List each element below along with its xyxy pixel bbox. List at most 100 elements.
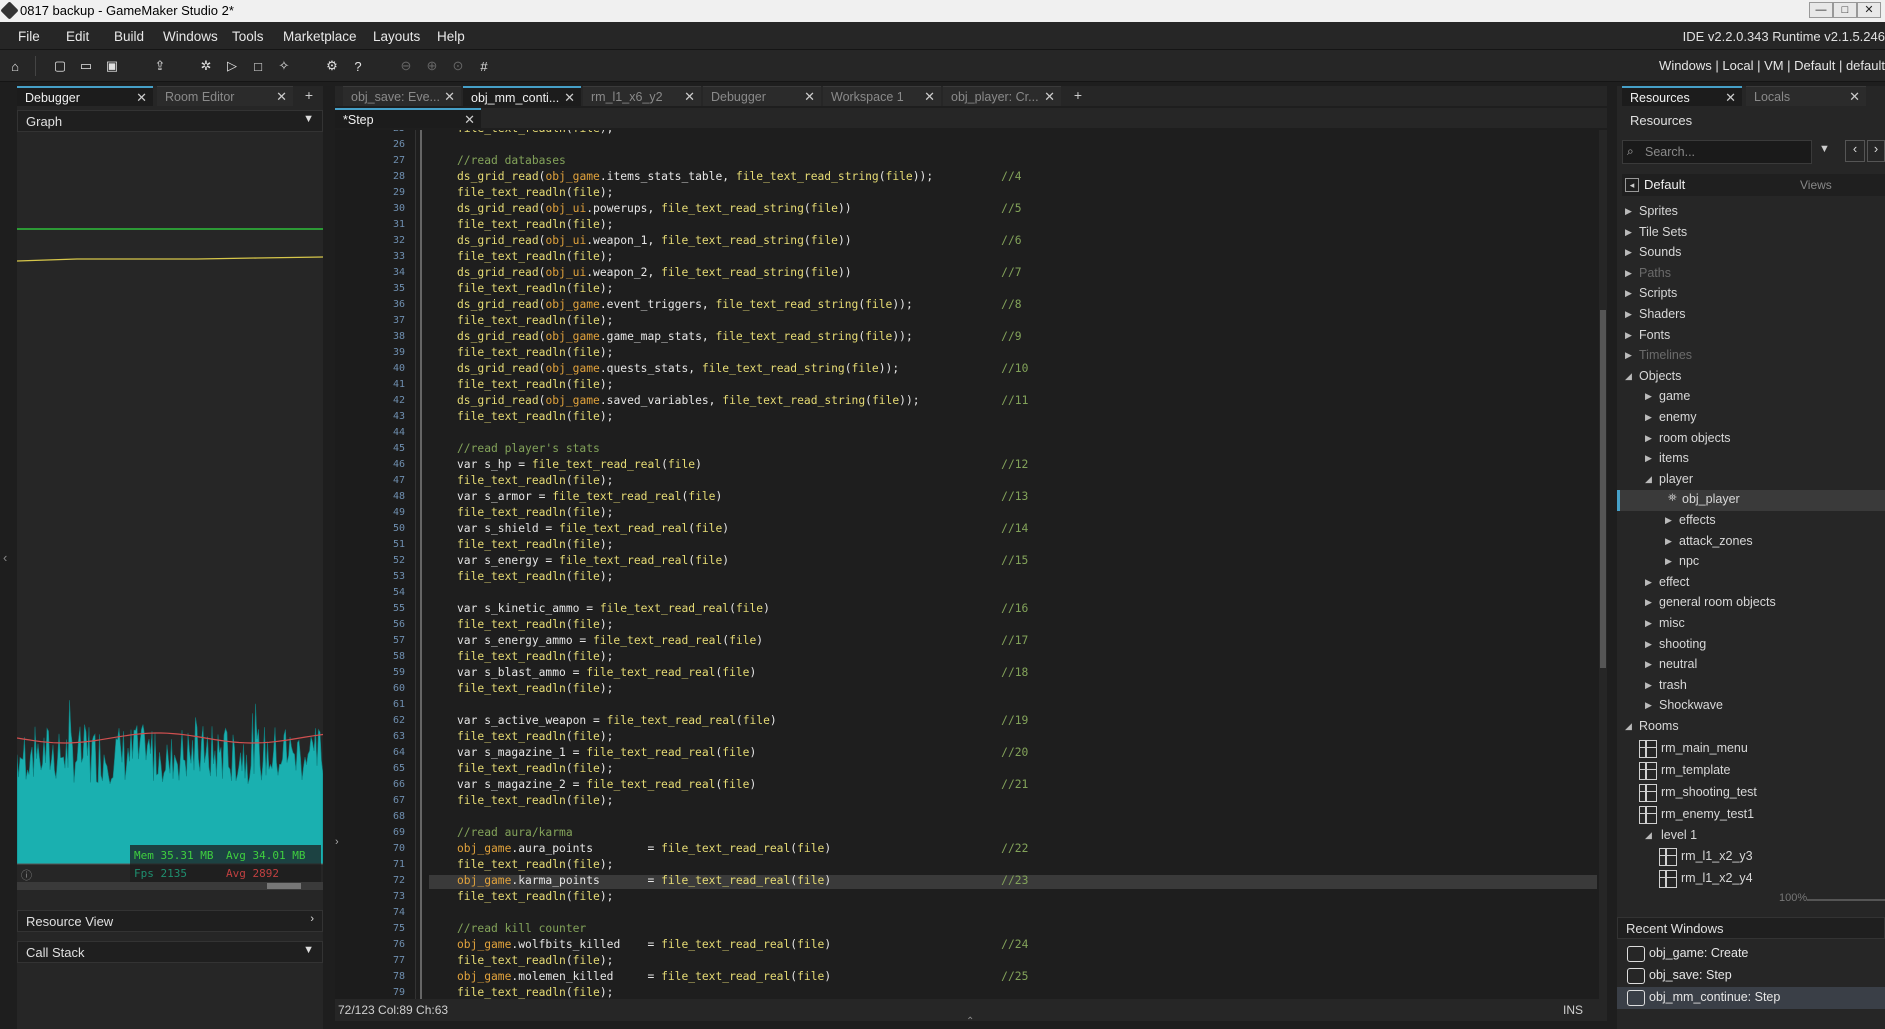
clean-icon[interactable]: ✧ xyxy=(274,56,294,76)
collapsed-arrow-icon[interactable]: ▶ xyxy=(1625,247,1632,258)
chevron-down-icon[interactable]: ▼ xyxy=(1819,143,1830,155)
tree-item[interactable]: ▶ Timelines xyxy=(1617,346,1885,367)
code-line[interactable]: file_text_readln(file); xyxy=(457,506,613,519)
tree-item[interactable]: ▶ Paths xyxy=(1617,264,1885,285)
tree-item[interactable]: ▶ misc xyxy=(1617,614,1885,635)
tree-item[interactable]: ⛯ obj_player xyxy=(1617,490,1885,511)
open-project-icon[interactable]: ▭ xyxy=(76,56,96,76)
code-line[interactable]: file_text_readln(file); xyxy=(457,314,613,327)
call-stack-dropdown[interactable]: Call Stack ▼ xyxy=(17,941,323,963)
tree-item[interactable]: ◢ Rooms xyxy=(1617,717,1885,738)
views-button[interactable]: Views xyxy=(1800,178,1832,192)
tree-item[interactable]: ◢ level 1 xyxy=(1617,826,1885,846)
menu-file[interactable]: File xyxy=(18,29,40,44)
code-line[interactable]: file_text_readln(file); xyxy=(457,730,613,743)
zoom-slider[interactable] xyxy=(1807,899,1885,901)
editor-tab[interactable]: obj_mm_conti... ✕ xyxy=(463,86,581,106)
editor-tab[interactable]: obj_save: Eve... ✕ xyxy=(343,86,461,106)
tree-item[interactable]: ▶ attack_zones xyxy=(1617,532,1885,553)
grid-icon[interactable]: # xyxy=(474,56,494,76)
code-line[interactable]: file_text_readln(file); xyxy=(457,762,613,775)
home-icon[interactable]: ⌂ xyxy=(5,56,25,76)
collapsed-arrow-icon[interactable]: ▶ xyxy=(1645,453,1652,464)
code-line[interactable]: file_text_readln(file); xyxy=(457,474,613,487)
code-line[interactable]: var s_magazine_2 = file_text_read_real(f… xyxy=(457,778,1028,791)
close-window-button[interactable]: ✕ xyxy=(1857,2,1881,18)
target-config[interactable]: Windows | Local | VM | Default | default xyxy=(1659,58,1885,73)
code-line[interactable]: file_text_readln(file); xyxy=(457,186,613,199)
new-project-icon[interactable]: ▢ xyxy=(50,56,70,76)
collapsed-arrow-icon[interactable]: ▶ xyxy=(1645,577,1652,588)
help-icon[interactable]: ⓘ xyxy=(21,867,32,883)
tree-item[interactable]: ▶ Shockwave xyxy=(1617,696,1885,717)
collapsed-arrow-icon[interactable]: ▶ xyxy=(1625,288,1632,299)
recent-window-item[interactable]: obj_save: Step xyxy=(1617,965,1885,987)
tree-item[interactable]: ▶ Fonts xyxy=(1617,326,1885,347)
code-line[interactable]: ds_grid_read(obj_ui.weapon_2, file_text_… xyxy=(457,266,1022,279)
tree-item[interactable]: ▶ items xyxy=(1617,449,1885,470)
tree-item[interactable]: ▶ effects xyxy=(1617,511,1885,532)
editor-tab[interactable]: Workspace 1 ✕ xyxy=(823,86,941,106)
menu-windows[interactable]: Windows xyxy=(163,29,218,44)
close-icon[interactable]: ✕ xyxy=(1044,89,1055,105)
code-line[interactable]: obj_game.molemen_killed = file_text_read… xyxy=(457,970,1028,983)
code-line[interactable]: var s_shield = file_text_read_real(file)… xyxy=(457,522,1028,535)
code-line[interactable]: file_text_readln(file); xyxy=(457,250,613,263)
recent-window-item[interactable]: obj_mm_continue: Step xyxy=(1617,987,1885,1009)
code-line[interactable]: ds_grid_read(obj_game.quests_stats, file… xyxy=(457,362,1028,375)
room-item[interactable]: rm_l1_x2_y4 xyxy=(1617,868,1885,890)
code-line[interactable]: file_text_readln(file); xyxy=(457,410,613,423)
run-icon[interactable]: ▷ xyxy=(222,56,242,76)
room-item[interactable]: rm_shooting_test xyxy=(1617,782,1885,804)
debug-icon[interactable]: ✲ xyxy=(196,56,216,76)
tab-debugger[interactable]: Debugger ✕ xyxy=(17,86,153,106)
collapsed-arrow-icon[interactable]: ▶ xyxy=(1645,618,1652,629)
collapsed-arrow-icon[interactable]: ▶ xyxy=(1625,227,1632,238)
tree-item[interactable]: ▶ enemy xyxy=(1617,408,1885,429)
code-line[interactable]: obj_game.karma_points = file_text_read_r… xyxy=(457,874,1028,887)
editor-tab[interactable]: Debugger ✕ xyxy=(703,86,821,106)
tab-step-event[interactable]: *Step ✕ xyxy=(335,108,481,128)
close-icon[interactable]: ✕ xyxy=(136,90,147,106)
code-line[interactable]: file_text_readln(file); xyxy=(457,650,613,663)
tab-resources[interactable]: Resources ✕ xyxy=(1622,86,1742,106)
code-line[interactable]: var s_armor = file_text_read_real(file) … xyxy=(457,490,1028,503)
tree-item[interactable]: ▶ neutral xyxy=(1617,655,1885,676)
editor-tab[interactable]: rm_l1_x6_y2 ✕ xyxy=(583,86,701,106)
collapsed-arrow-icon[interactable]: ▶ xyxy=(1645,412,1652,423)
code-line[interactable]: file_text_readln(file); xyxy=(457,538,613,551)
tree-item[interactable]: ▶ effect xyxy=(1617,573,1885,594)
code-line[interactable]: var s_blast_ammo = file_text_read_real(f… xyxy=(457,666,1028,679)
collapsed-arrow-icon[interactable]: ▶ xyxy=(1645,659,1652,670)
tree-item[interactable]: ◢ Objects xyxy=(1617,367,1885,388)
expanded-arrow-icon[interactable]: ◢ xyxy=(1645,474,1652,485)
code-line[interactable]: ds_grid_read(obj_game.items_stats_table,… xyxy=(457,170,1022,183)
maximize-button[interactable]: □ xyxy=(1833,2,1857,18)
code-line[interactable]: var s_kinetic_ammo = file_text_read_real… xyxy=(457,602,1028,615)
code-line[interactable]: var s_active_weapon = file_text_read_rea… xyxy=(457,714,1028,727)
code-line[interactable]: file_text_readln(file); xyxy=(457,890,613,903)
code-line[interactable]: file_text_readln(file); xyxy=(457,954,613,967)
menu-help[interactable]: Help xyxy=(437,29,465,44)
code-line[interactable]: file_text_readln(file); xyxy=(457,130,613,135)
collapsed-arrow-icon[interactable]: ▶ xyxy=(1625,309,1632,320)
code-line[interactable]: obj_game.aura_points = file_text_read_re… xyxy=(457,842,1028,855)
code-line[interactable]: file_text_readln(file); xyxy=(457,218,613,231)
code-line[interactable]: file_text_readln(file); xyxy=(457,858,613,871)
close-icon[interactable]: ✕ xyxy=(276,89,287,105)
close-icon[interactable]: ✕ xyxy=(1725,90,1736,106)
collapsed-arrow-icon[interactable]: ▶ xyxy=(1645,639,1652,650)
code-area[interactable]: 25 file_text_readln(file); 26 27 //read data… xyxy=(335,130,1607,999)
collapsed-arrow-icon[interactable]: ▶ xyxy=(1645,700,1652,711)
code-line[interactable]: file_text_readln(file); xyxy=(457,618,613,631)
code-line[interactable]: ds_grid_read(obj_game.game_map_stats, fi… xyxy=(457,330,1022,343)
room-item[interactable]: rm_main_menu xyxy=(1617,738,1885,760)
code-line[interactable]: //read player's stats xyxy=(457,442,600,455)
zoom-out-icon[interactable]: ⊖ xyxy=(396,56,416,76)
collapsed-arrow-icon[interactable]: ▶ xyxy=(1625,330,1632,341)
tree-item[interactable]: ▶ general room objects xyxy=(1617,593,1885,614)
close-icon[interactable]: ✕ xyxy=(924,89,935,105)
resource-view-expander[interactable]: Resource View › xyxy=(17,910,323,932)
tab-locals[interactable]: Locals ✕ xyxy=(1746,86,1866,106)
collapsed-arrow-icon[interactable]: ▶ xyxy=(1645,680,1652,691)
